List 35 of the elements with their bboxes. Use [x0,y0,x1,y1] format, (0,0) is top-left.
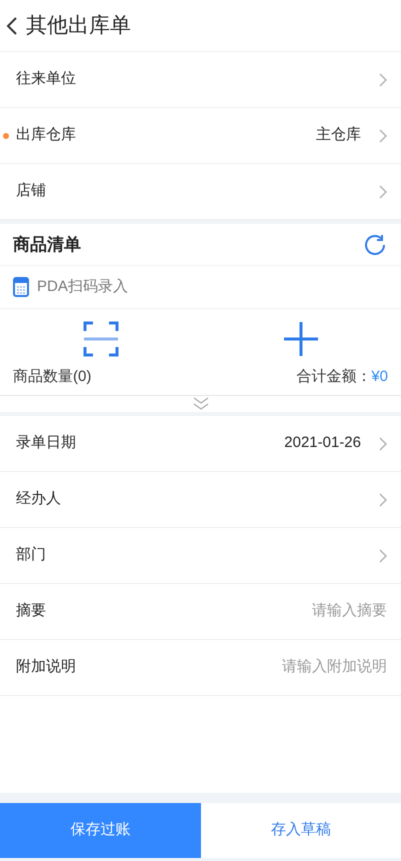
field-label: 录单日期 [16,433,77,454]
select-field[interactable] [379,72,387,86]
action-button[interactable]: 存入草稿 [200,803,401,858]
field-label: 附加说明 [16,657,77,678]
expand-icon[interactable] [192,397,208,411]
input-field[interactable]: 请输入附加说明 [187,656,387,679]
chevron-right-icon [379,128,387,142]
chevron-right-icon [379,548,387,562]
input-field[interactable]: 请输入摘要 [187,600,387,623]
select-field[interactable] [379,492,387,506]
scan-icon[interactable] [82,321,119,357]
action-button[interactable]: 保存过账 [0,803,200,858]
field-label: 摘要 [16,601,47,622]
chevron-right-icon [379,492,387,506]
pda-scan-entry[interactable]: PDA扫码录入 [0,266,401,309]
back-icon[interactable] [6,16,18,36]
field-label: 店铺 [16,181,47,202]
section-title: 商品清单 [13,234,82,256]
field-label: 往来单位 [16,69,77,90]
calculator-icon [13,277,29,297]
field-label: 经办人 [16,489,62,510]
chevron-right-icon [379,436,387,450]
add-icon[interactable] [284,321,318,357]
field-label: 部门 [16,545,47,566]
field-label: 出库仓库 [16,125,77,146]
select-field[interactable]: 2021-01-26 [284,432,387,455]
chevron-right-icon [379,72,387,86]
total-amount: ¥0 [371,366,388,387]
chevron-right-icon [379,184,387,198]
select-field[interactable]: 主仓库 [316,124,387,147]
select-field[interactable] [379,548,387,562]
page-title: 其他出库单 [26,12,131,39]
goods-quantity: 商品数量(0) [13,366,92,387]
select-field[interactable] [379,184,387,198]
total-label: 合计金额： [296,366,372,387]
